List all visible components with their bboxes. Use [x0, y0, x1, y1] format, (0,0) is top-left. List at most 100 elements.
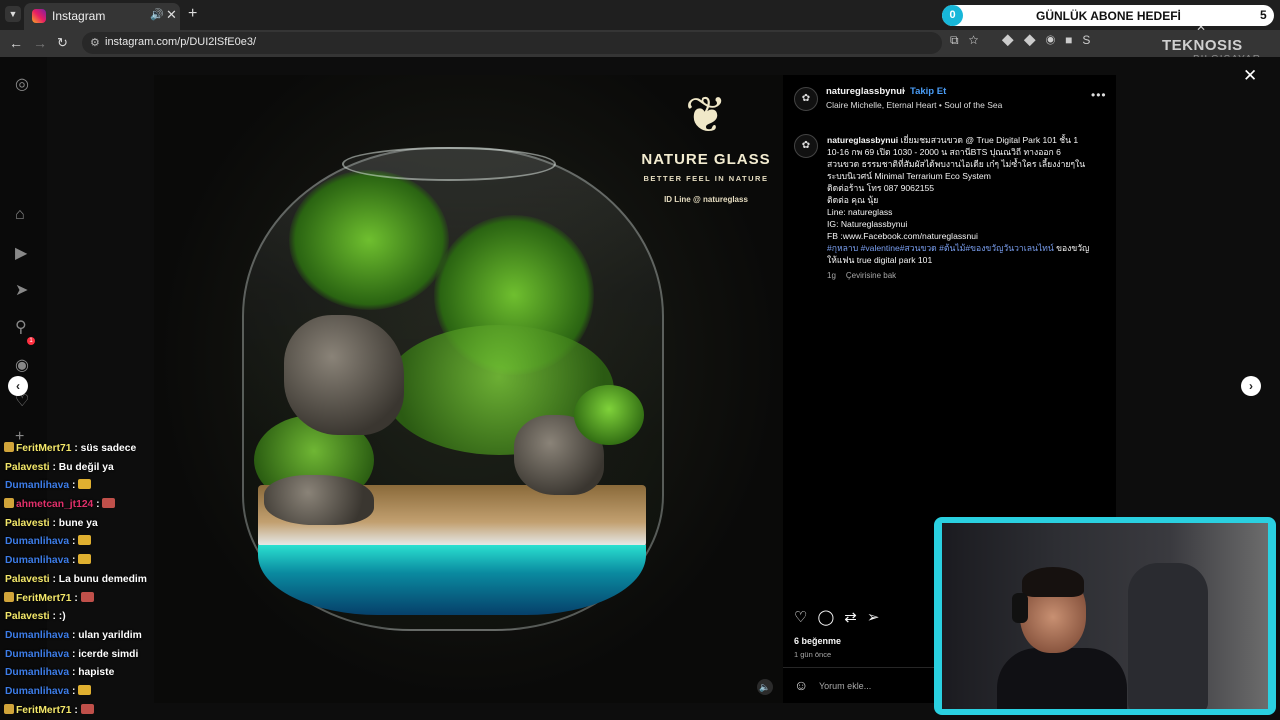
caption-line: IG: Natureglassbynui: [827, 219, 908, 229]
chat-badge-icon: [4, 703, 14, 714]
chat-message: Dumanlihava :: [0, 683, 152, 702]
chat-username[interactable]: Palavesti: [5, 518, 50, 529]
caption-username[interactable]: natureglassbynui: [827, 135, 898, 145]
new-tab-button[interactable]: +: [188, 5, 197, 23]
chat-username[interactable]: Dumanlihava: [5, 667, 69, 678]
headset-icon: [1012, 593, 1028, 623]
more-options-icon[interactable]: •••: [1091, 88, 1107, 102]
fern-plant: [289, 170, 449, 310]
chat-text: : :): [49, 611, 66, 623]
brand-watermark: ❦ NATURE GLASS BETTER FEEL IN NATURE ID …: [638, 85, 774, 204]
previous-post-button[interactable]: ‹: [8, 376, 28, 396]
webcam-feed: [942, 523, 1268, 709]
chat-username[interactable]: Dumanlihava: [5, 536, 69, 547]
avatar[interactable]: ✿: [794, 87, 818, 111]
streamer-hair: [1022, 567, 1084, 597]
share-icon[interactable]: ➢: [867, 609, 890, 626]
chat-username[interactable]: Dumanlihava: [5, 555, 69, 566]
mute-button[interactable]: 🔈: [757, 679, 773, 695]
chat-emote-icon: [102, 498, 116, 509]
chat-message: Palavesti : :): [0, 608, 152, 627]
url-text[interactable]: instagram.com/p/DUI2lSfE0e3/: [105, 36, 256, 48]
tab-close-button[interactable]: ✕: [166, 7, 177, 23]
chat-text: :: [71, 704, 81, 716]
reload-icon[interactable]: ↻: [57, 35, 68, 51]
extension-icons[interactable]: ⧉☆ ◆◆◉■S: [950, 33, 1100, 48]
explore-icon[interactable]: ◉: [15, 355, 29, 375]
chat-badge-icon: [4, 498, 14, 509]
chat-message: Dumanlihava : icerde simdi: [0, 646, 152, 665]
chat-message: Palavesti : bune ya: [0, 515, 152, 534]
caption-line: เยี่ยมชมสวนขวด @ True Digital Park 101 ช…: [900, 135, 1079, 145]
home-icon[interactable]: ⌂: [15, 206, 25, 224]
comment-input[interactable]: [819, 679, 929, 693]
messages-icon[interactable]: ➤: [15, 280, 28, 300]
sponsor-logo-line1: TEKNOSIS: [1162, 37, 1243, 54]
tab-audio-icon[interactable]: 🔊: [150, 8, 164, 21]
chat-username[interactable]: Dumanlihava: [5, 630, 69, 641]
post-age: 1g: [827, 271, 836, 280]
chat-username[interactable]: Palavesti: [5, 611, 50, 622]
subscriber-goal-bar: 0 GÜNLÜK ABONE HEDEFİ 5: [942, 5, 1274, 26]
close-modal-button[interactable]: ✕: [1243, 66, 1257, 86]
caption-hashtags[interactable]: #กุหลาบ #valentine#สวนขวด #ต้นไม้#ของขวั…: [827, 243, 1054, 253]
chat-emote-icon: [78, 479, 92, 490]
tab-search-icon[interactable]: ▼: [5, 6, 21, 22]
caption-line: 10-16 กพ 69 เปิด 1030 - 2000 น สถานีBTS …: [827, 147, 1061, 157]
chat-badge-icon: [4, 591, 14, 602]
post-timestamp: 1 gün önce: [794, 650, 832, 659]
next-post-button[interactable]: ›: [1241, 376, 1261, 396]
chat-message: Dumanlihava :: [0, 477, 152, 496]
blue-sand-layer: [258, 545, 646, 615]
chat-text: :: [71, 592, 81, 604]
reels-icon[interactable]: ▶: [15, 243, 27, 263]
address-bar[interactable]: ⚙ instagram.com/p/DUI2lSfE0e3/: [82, 32, 942, 54]
chat-username[interactable]: ahmetcan_jt124: [16, 499, 93, 510]
search-icon[interactable]: ⚲: [15, 317, 27, 337]
account-name[interactable]: natureglassbynui: [826, 86, 905, 97]
chat-text: :: [69, 536, 79, 548]
chat-username[interactable]: FeritMert71: [16, 593, 72, 604]
forward-arrow-icon[interactable]: →: [33, 35, 47, 51]
chat-username[interactable]: Dumanlihava: [5, 480, 69, 491]
post-media[interactable]: ❦ NATURE GLASS BETTER FEEL IN NATURE ID …: [154, 75, 783, 703]
audio-track[interactable]: Claire Michelle, Eternal Heart • Soul of…: [826, 100, 1002, 110]
leaf-logo-icon: ❦: [685, 87, 727, 143]
chat-emote-icon: [78, 554, 92, 565]
avatar[interactable]: ✿: [794, 134, 818, 158]
chat-text: : ulan yarildim: [69, 629, 142, 641]
post-actions: ♡◯⇄➢: [794, 608, 889, 626]
chat-username[interactable]: FeritMert71: [16, 443, 72, 454]
instagram-logo-icon[interactable]: ◎: [15, 74, 29, 94]
back-arrow-icon[interactable]: ←: [9, 35, 23, 51]
like-count[interactable]: 6 beğenme: [794, 636, 841, 646]
follow-button[interactable]: Takip Et: [910, 86, 946, 97]
instagram-favicon-icon: [32, 9, 46, 23]
like-icon[interactable]: ♡: [794, 609, 817, 626]
stream-chat: FeritMert71 : süs sadece Palavesti : Bu d…: [0, 440, 152, 720]
chat-username[interactable]: FeritMert71: [16, 705, 72, 716]
chat-message: FeritMert71 : süs sadece: [0, 440, 152, 459]
streamer-body: [997, 648, 1127, 709]
caption-line: ติดต่อ คุณ นุ้ย: [827, 195, 879, 205]
browser-tab[interactable]: Instagram 🔊 ✕: [24, 3, 180, 30]
caption-line: FB :www.Facebook.com/natureglassnui: [827, 231, 978, 241]
chat-username[interactable]: Dumanlihava: [5, 686, 69, 697]
chat-username[interactable]: Dumanlihava: [5, 649, 69, 660]
emoji-icon[interactable]: ☺: [794, 677, 808, 693]
webcam-overlay: [934, 517, 1276, 715]
repost-icon[interactable]: ⇄: [844, 609, 867, 626]
chat-message: FeritMert71 :: [0, 590, 152, 609]
comment-icon[interactable]: ◯: [817, 609, 844, 626]
chat-text: : icerde simdi: [69, 648, 139, 660]
site-info-icon[interactable]: ⚙: [90, 36, 100, 49]
see-translation-link[interactable]: Çevirisine bak: [846, 271, 896, 280]
jar-opening: [342, 147, 556, 181]
dot-separator: •: [902, 86, 906, 96]
chat-username[interactable]: Palavesti: [5, 574, 50, 585]
chat-emote-icon: [78, 535, 92, 546]
chat-text: : bune ya: [49, 517, 98, 529]
chat-text: : hapiste: [69, 667, 115, 679]
chat-username[interactable]: Palavesti: [5, 462, 50, 473]
chat-emote-icon: [80, 591, 94, 602]
